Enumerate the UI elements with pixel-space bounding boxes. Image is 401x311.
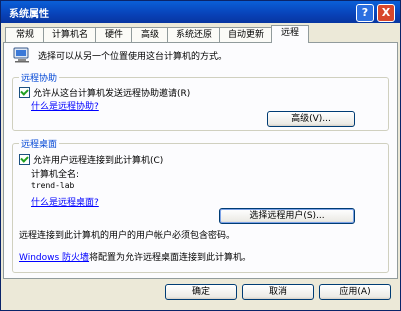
tab-automatic-updates[interactable]: 自动更新 <box>219 27 273 43</box>
tab-strip: 常规 计算机名 硬件 高级 系统还原 自动更新 远程 <box>3 25 398 43</box>
full-computer-name-value: trend-lab <box>31 181 75 190</box>
remote-tab-panel: 选择可以从另一个位置使用这台计算机的方式。 远程协助 允许从这台计算机发送远程协… <box>3 42 398 279</box>
firewall-note: 将配置为允许远程桌面连接到此计算机。 <box>89 253 252 263</box>
advanced-button[interactable]: 高级(V)... <box>267 111 355 127</box>
apply-button[interactable]: 应用(A) <box>319 284 391 300</box>
select-remote-users-button[interactable]: 选择远程用户(S)... <box>219 208 355 224</box>
system-properties-window: 系统属性 ? X 常规 计算机名 硬件 高级 系统还原 自动更新 远程 选择可以… <box>0 0 401 311</box>
full-computer-name-label: 计算机全名: <box>31 170 80 180</box>
tab-system-restore[interactable]: 系统还原 <box>167 27 221 43</box>
remote-assistance-checkbox-label: 允许从这台计算机发送远程协助邀请(R) <box>33 89 191 99</box>
intro-text: 选择可以从另一个位置使用这台计算机的方式。 <box>38 52 228 62</box>
checkbox-checked-icon[interactable] <box>19 87 30 98</box>
tab-advanced[interactable]: 高级 <box>131 27 169 43</box>
title-bar[interactable]: 系统属性 ? X <box>1 1 400 23</box>
computer-icon <box>13 47 29 63</box>
remote-assistance-checkbox[interactable]: 允许从这台计算机发送远程协助邀请(R) <box>19 86 190 99</box>
firewall-note-line: Windows 防火墙将配置为允许远程桌面连接到此计算机。 <box>19 250 251 263</box>
tab-hardware[interactable]: 硬件 <box>95 27 133 43</box>
remote-desktop-checkbox[interactable]: 允许用户远程连接到此计算机(C) <box>19 153 163 166</box>
remote-desktop-group-label: 远程桌面 <box>19 137 60 150</box>
tab-computer-name[interactable]: 计算机名 <box>43 27 97 43</box>
help-button[interactable]: ? <box>356 4 374 22</box>
remote-desktop-group: 远程桌面 允许用户远程连接到此计算机(C) 计算机全名: trend-lab 什… <box>12 137 389 273</box>
cancel-button[interactable]: 取消 <box>242 284 314 300</box>
tab-remote[interactable]: 远程 <box>271 25 309 43</box>
windows-firewall-link[interactable]: Windows 防火墙 <box>19 253 89 263</box>
window-title: 系统属性 <box>9 9 49 20</box>
remote-desktop-checkbox-label: 允许用户远程连接到此计算机(C) <box>33 156 164 166</box>
close-button[interactable]: X <box>377 4 395 22</box>
remote-assistance-group: 远程协助 允许从这台计算机发送远程协助邀请(R) 什么是远程协助? 高级(V).… <box>12 71 389 131</box>
tab-general[interactable]: 常规 <box>5 27 45 43</box>
remote-assistance-group-label: 远程协助 <box>19 71 60 84</box>
checkbox-checked-icon[interactable] <box>19 154 30 165</box>
ok-button[interactable]: 确定 <box>165 284 237 300</box>
password-note: 远程连接到此计算机的用户的用户帐户必须包含密码。 <box>19 231 236 241</box>
remote-assistance-help-link[interactable]: 什么是远程协助? <box>31 99 99 112</box>
remote-desktop-help-link[interactable]: 什么是远程桌面? <box>31 195 99 208</box>
